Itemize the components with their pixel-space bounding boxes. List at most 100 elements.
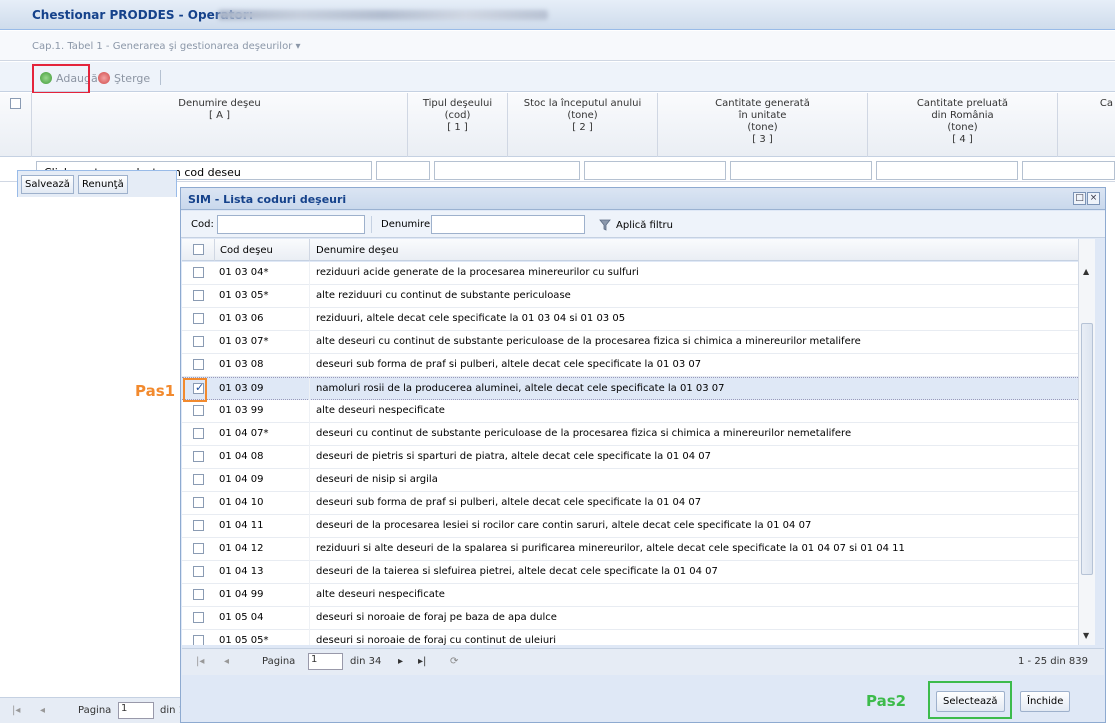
- list-item[interactable]: 01 03 07* alte deseuri cu continut de sub…: [182, 331, 1078, 354]
- waste-code: 01 04 13: [219, 566, 264, 577]
- edit-cell[interactable]: [376, 161, 430, 180]
- cod-label: Cod:: [191, 219, 214, 230]
- header-code[interactable]: Cod deşeu: [220, 245, 273, 256]
- maximize-icon[interactable]: □: [1073, 192, 1086, 205]
- list-item[interactable]: 01 03 99 alte deseuri nespecificate: [182, 400, 1078, 423]
- cod-filter-input[interactable]: [217, 215, 365, 234]
- col-partial[interactable]: Ca: [1058, 93, 1115, 157]
- row-checkbox[interactable]: [193, 405, 204, 416]
- col-cantitate-preluata[interactable]: Cantitate preluată din România (tone) [ …: [868, 93, 1058, 157]
- row-checkbox[interactable]: [193, 267, 204, 278]
- row-checkbox[interactable]: [193, 520, 204, 531]
- row-checkbox[interactable]: [193, 474, 204, 485]
- save-button[interactable]: Salvează: [21, 175, 74, 194]
- list-item[interactable]: 01 03 08 deseuri sub forma de praf si pul…: [182, 354, 1078, 377]
- scroll-down-icon[interactable]: ▼: [1083, 631, 1089, 640]
- row-checkbox[interactable]: [193, 336, 204, 347]
- grid-pager: |◂ ◂ Pagina 1 din 1: [0, 697, 200, 723]
- col-denumire[interactable]: Denumire deşeu [ A ]: [32, 93, 408, 157]
- list-item[interactable]: 01 03 06 reziduuri, altele decat cele spe…: [182, 308, 1078, 331]
- edit-cell[interactable]: [876, 161, 1018, 180]
- edit-cell[interactable]: [434, 161, 580, 180]
- header-name[interactable]: Denumire deşeu: [316, 245, 398, 256]
- row-checkbox[interactable]: [193, 313, 204, 324]
- first-page-icon[interactable]: |◂: [196, 656, 204, 667]
- apply-filter-button[interactable]: Aplică filtru: [599, 219, 673, 231]
- row-checkbox[interactable]: [193, 543, 204, 554]
- row-separator: [309, 561, 310, 584]
- prev-page-icon[interactable]: ◂: [40, 705, 45, 716]
- col-tipul[interactable]: Tipul deşeului (cod) [ 1 ]: [408, 93, 508, 157]
- header-separator: [214, 239, 215, 261]
- list-item[interactable]: 01 04 11 deseuri de la procesarea lesiei …: [182, 515, 1078, 538]
- close-button[interactable]: Închide: [1020, 691, 1071, 712]
- list-item[interactable]: 01 05 04 deseuri si noroaie de foraj pe b…: [182, 607, 1078, 630]
- waste-code: 01 04 09: [219, 474, 264, 485]
- scroll-thumb[interactable]: [1081, 323, 1093, 575]
- row-checkbox[interactable]: [193, 451, 204, 462]
- row-checkbox[interactable]: [193, 359, 204, 370]
- list-scrollbar[interactable]: ▲ ▼: [1078, 239, 1095, 645]
- name-filter-input[interactable]: [431, 215, 585, 234]
- list-item[interactable]: 01 04 99 alte deseuri nespecificate: [182, 584, 1078, 607]
- refresh-icon[interactable]: ⟳: [450, 656, 458, 667]
- edit-cell[interactable]: [730, 161, 872, 180]
- dialog-pager: |◂ ◂ Pagina 1 din 34 ▸ ▸| ⟳ 1 - 25 din 8…: [182, 648, 1104, 675]
- next-page-icon[interactable]: ▸: [398, 656, 403, 667]
- edit-cell[interactable]: [1022, 161, 1115, 180]
- list-header: Cod deşeu Denumire deşeu: [182, 239, 1078, 261]
- cancel-button[interactable]: Renunţă: [78, 175, 128, 194]
- col-sub: din România: [931, 110, 994, 121]
- select-all-codes-checkbox[interactable]: [193, 244, 204, 255]
- first-page-icon[interactable]: |◂: [12, 705, 20, 716]
- highlight-add-button: [32, 64, 90, 94]
- list-item[interactable]: 01 04 09 deseuri de nisip si argila: [182, 469, 1078, 492]
- chapter-label[interactable]: Cap.1. Tabel 1 - Generarea şi gestionare…: [32, 41, 301, 52]
- page-number-input[interactable]: 1: [118, 702, 154, 719]
- list-item[interactable]: 01 04 13 deseuri de la taierea si slefuir…: [182, 561, 1078, 584]
- chapter-selector[interactable]: Cap.1. Tabel 1 - Generarea şi gestionare…: [0, 31, 1115, 61]
- list-item[interactable]: 01 05 05* deseuri si noroaie de foraj cu …: [182, 630, 1078, 645]
- last-page-icon[interactable]: ▸|: [418, 656, 426, 667]
- waste-code: 01 03 06: [219, 313, 264, 324]
- col-cantitate-generata[interactable]: Cantitate generată în unitate (tone) [ 3…: [658, 93, 868, 157]
- row-separator: [309, 469, 310, 492]
- list-item[interactable]: 01 04 08 deseuri de pietris si sparturi d…: [182, 446, 1078, 469]
- waste-code: 01 03 99: [219, 405, 264, 416]
- prev-page-icon[interactable]: ◂: [224, 656, 229, 667]
- list-item[interactable]: 01 04 12 reziduuri si alte deseuri de la …: [182, 538, 1078, 561]
- close-icon[interactable]: ×: [1087, 192, 1100, 205]
- scroll-up-icon[interactable]: ▲: [1083, 267, 1089, 276]
- row-checkbox[interactable]: [193, 428, 204, 439]
- waste-name: deseuri si noroaie de foraj pe baza de a…: [316, 612, 557, 623]
- select-all-checkbox[interactable]: [10, 98, 21, 109]
- list-item[interactable]: 01 04 07* deseuri cu continut de substant…: [182, 423, 1078, 446]
- row-checkbox[interactable]: [193, 497, 204, 508]
- row-separator: [309, 584, 310, 607]
- header-select-all[interactable]: [0, 93, 32, 157]
- dialog-page-input[interactable]: 1: [308, 653, 343, 670]
- row-checkbox[interactable]: [193, 612, 204, 623]
- col-title: Denumire deşeu: [178, 98, 261, 109]
- row-checkbox[interactable]: [193, 290, 204, 301]
- list-item[interactable]: 01 03 04* reziduuri acide generate de la …: [182, 262, 1078, 285]
- col-stoc[interactable]: Stoc la începutul anului (tone) [ 2 ]: [508, 93, 658, 157]
- col-title: Cantitate generată: [715, 98, 810, 109]
- col-sub: (tone): [747, 122, 778, 133]
- row-separator: [309, 354, 310, 377]
- list-item[interactable]: 01 04 10 deseuri sub forma de praf si pul…: [182, 492, 1078, 515]
- delete-button[interactable]: Şterge: [98, 68, 150, 88]
- col-sub: [ 1 ]: [447, 122, 468, 133]
- waste-name: namoluri rosii de la producerea aluminei…: [316, 383, 725, 394]
- col-sub: în unitate: [738, 110, 787, 121]
- list-item[interactable]: ✓ 01 03 09 namoluri rosii de la producerea…: [182, 377, 1078, 401]
- row-checkbox[interactable]: [193, 589, 204, 600]
- row-checkbox[interactable]: [193, 635, 204, 645]
- edit-cell[interactable]: [584, 161, 726, 180]
- waste-name: alte reziduuri cu continut de substante …: [316, 290, 571, 301]
- list-item[interactable]: 01 03 05* alte reziduuri cu continut de s…: [182, 285, 1078, 308]
- row-separator: [309, 492, 310, 515]
- col-title: Ca: [1099, 98, 1113, 109]
- row-checkbox[interactable]: [193, 566, 204, 577]
- row-separator: [309, 423, 310, 446]
